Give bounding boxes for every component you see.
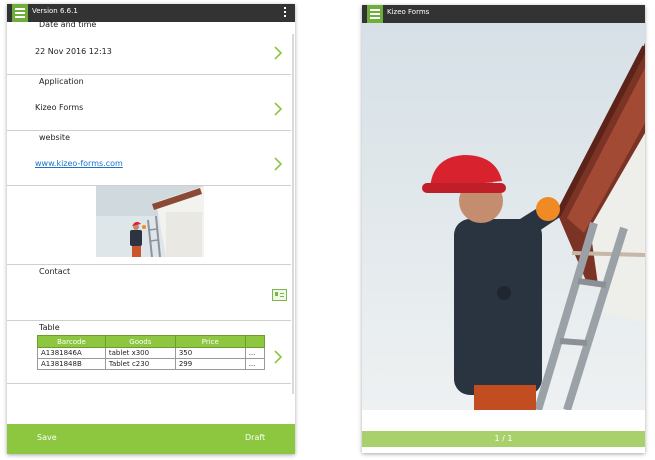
chevron-right-icon[interactable] [273,46,283,60]
chevron-right-icon[interactable] [273,157,283,171]
field-website[interactable]: website www.kizeo-forms.com [7,131,291,186]
contact-card-icon[interactable] [272,289,287,301]
column-header: Goods [104,335,176,348]
field-contact[interactable]: Contact [7,265,291,321]
chevron-right-icon[interactable] [273,102,283,116]
overflow-menu-icon[interactable] [284,7,287,19]
table-cell: tablet x300 [104,347,176,359]
field-value: 22 Nov 2016 12:13 [35,47,112,56]
field-value: Kizeo Forms [35,103,84,112]
form-screen: Version 6.6.1 Date and time 22 Nov 2016 … [7,4,295,454]
app-logo-icon [12,4,28,22]
table-cell: A1381848B [37,358,106,370]
chevron-right-icon[interactable] [273,350,283,364]
full-photo[interactable] [362,23,645,410]
column-header [244,335,266,348]
column-header: Price [174,335,246,348]
field-label: Table [39,323,60,332]
website-link[interactable]: www.kizeo-forms.com [35,159,123,168]
app-title: Kizeo Forms [387,8,430,16]
photo-thumbnail[interactable] [96,186,204,257]
field-label: Contact [39,267,71,276]
field-label: website [39,133,70,142]
scrollbar[interactable] [292,34,294,394]
table-row[interactable]: A1381848B Tablet c230 299 ... [37,358,266,370]
table-cell: 299 [174,358,246,370]
row-menu-button[interactable]: ... [244,358,266,370]
app-logo-icon [367,5,383,23]
version-label: Version 6.6.1 [32,7,78,15]
footer-bar: Save Draft [7,424,295,454]
save-button[interactable]: Save [37,433,57,442]
top-bar: Kizeo Forms [362,5,645,23]
table-cell: Tablet c230 [104,358,176,370]
table-row[interactable]: A1381846A tablet x300 350 ... [37,347,266,359]
field-label: Application [39,77,84,86]
field-date-time[interactable]: Date and time 22 Nov 2016 12:13 [7,20,291,75]
column-header: Barcode [37,335,106,348]
draft-button[interactable]: Draft [245,433,265,442]
table-cell: A1381846A [37,347,106,359]
photo-viewer-screen: Kizeo Forms 1 / 1 [362,5,645,453]
goods-table: Barcode Goods Price A1381846A tablet x30… [37,335,266,370]
table-header-row: Barcode Goods Price [37,335,266,348]
row-menu-button[interactable]: ... [244,347,266,359]
pager[interactable]: 1 / 1 [362,431,645,447]
page-indicator: 1 / 1 [494,434,513,443]
table-cell: 350 [174,347,246,359]
field-application[interactable]: Application Kizeo Forms [7,75,291,131]
field-label: Date and time [39,20,97,29]
